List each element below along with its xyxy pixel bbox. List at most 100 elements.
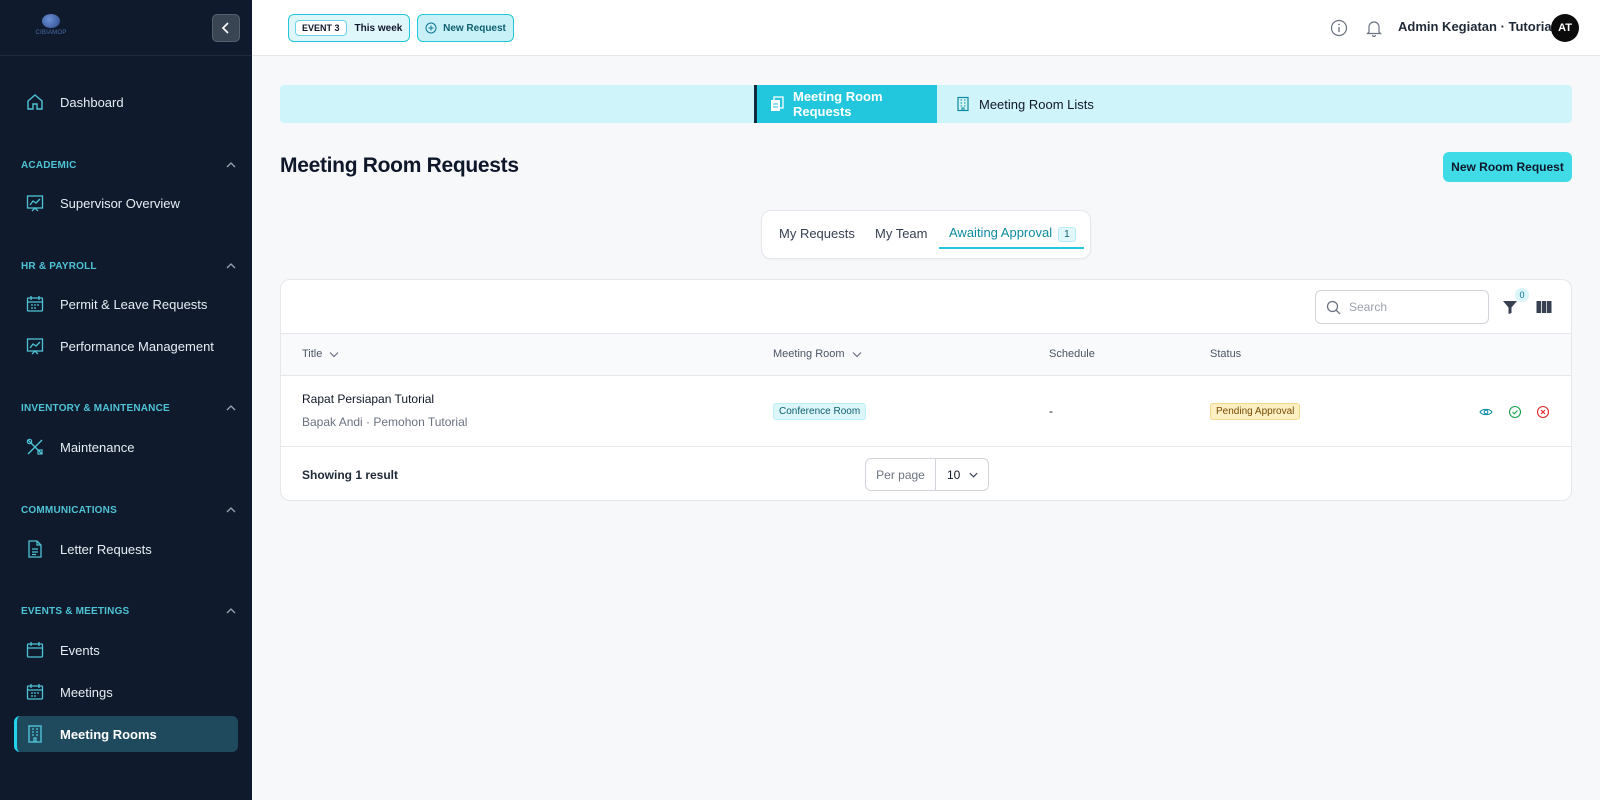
request-filter-tabs: My Requests My Team Awaiting Approval 1 — [761, 210, 1091, 259]
check-circle-icon — [1508, 405, 1522, 419]
home-icon — [25, 92, 45, 112]
page-title: Meeting Room Requests — [280, 154, 519, 177]
column-header-meeting-room[interactable]: Meeting Room — [773, 348, 863, 360]
section-academic[interactable]: ACADEMIC — [21, 159, 237, 171]
event-tag: EVENT 3 — [295, 20, 347, 36]
calendar-icon — [25, 640, 45, 660]
tab-my-team[interactable]: My Team — [875, 226, 928, 241]
event-period: This week — [354, 22, 403, 34]
table-footer: Showing 1 result Per page 10 — [281, 447, 1571, 500]
active-tab-indicator — [939, 247, 1084, 249]
request-subtitle: Bapak Andi · Pemohon Tutorial — [302, 415, 468, 429]
per-page-select[interactable]: Per page 10 — [865, 458, 989, 491]
section-events-meetings[interactable]: EVENTS & MEETINGS — [21, 605, 237, 617]
documents-icon — [769, 96, 785, 112]
tab-meeting-room-lists[interactable]: Meeting Room Lists — [955, 85, 1094, 123]
awaiting-count-badge: 1 — [1058, 227, 1076, 242]
tab-label: Awaiting Approval — [949, 225, 1053, 240]
chevron-up-icon — [226, 405, 236, 411]
tab-label: Meeting Room Requests — [793, 89, 883, 119]
info-icon[interactable] — [1329, 18, 1349, 38]
sidebar: CIBIAMOP Dashboard ACADEMIC Supervisor O… — [0, 0, 252, 800]
collapse-sidebar-button[interactable] — [212, 14, 240, 42]
document-icon — [25, 539, 45, 559]
chart-icon — [25, 336, 45, 356]
tab-meeting-room-requests[interactable]: Meeting Room Requests — [754, 85, 937, 123]
chevron-up-icon — [226, 162, 236, 168]
table-row[interactable]: Rapat Persiapan Tutorial Bapak Andi · Pe… — [281, 376, 1571, 447]
calendar-icon — [25, 294, 45, 314]
search-icon — [1326, 300, 1341, 314]
requests-table-card: 0 Title Meeting Room Schedule Status Rap… — [280, 279, 1572, 501]
sidebar-header: CIBIAMOP — [0, 0, 252, 56]
chevron-up-icon — [226, 507, 236, 513]
eye-icon — [1479, 408, 1493, 416]
sidebar-item-meeting-rooms[interactable]: Meeting Rooms — [14, 716, 238, 752]
section-inventory-maintenance[interactable]: INVENTORY & MAINTENANCE — [21, 402, 237, 414]
calendar-icon — [25, 682, 45, 702]
sidebar-item-maintenance[interactable]: Maintenance — [14, 429, 238, 465]
sidebar-item-performance-management[interactable]: Performance Management — [14, 328, 238, 364]
logo-text: CIBIAMOP — [35, 30, 67, 36]
filter-icon[interactable] — [1501, 298, 1519, 316]
column-label: Title — [302, 348, 323, 360]
chevron-down-icon — [329, 352, 339, 358]
sidebar-item-events[interactable]: Events — [14, 632, 238, 668]
section-title: COMMUNICATIONS — [21, 504, 117, 516]
chevron-up-icon — [226, 608, 236, 614]
logo-mark — [42, 14, 60, 28]
sidebar-item-label: Meetings — [60, 684, 113, 700]
search-field[interactable] — [1315, 290, 1489, 324]
sidebar-item-label: Performance Management — [60, 338, 214, 354]
column-header-title[interactable]: Title — [302, 348, 340, 360]
avatar[interactable]: AT — [1551, 14, 1579, 42]
x-circle-icon — [1536, 405, 1550, 419]
module-tabs: Meeting Room Requests Meeting Room Lists — [280, 85, 1572, 123]
sidebar-item-supervisor-overview[interactable]: Supervisor Overview — [14, 185, 238, 221]
view-action[interactable] — [1479, 405, 1493, 419]
section-title: INVENTORY & MAINTENANCE — [21, 402, 170, 414]
search-input[interactable] — [1349, 300, 1469, 314]
sidebar-item-label: Meeting Rooms — [60, 726, 157, 742]
user-name[interactable]: Admin Kegiatan · Tutorial — [1398, 19, 1555, 34]
sidebar-item-permit-leave[interactable]: Permit & Leave Requests — [14, 286, 238, 322]
request-title: Rapat Persiapan Tutorial — [302, 392, 435, 406]
tab-awaiting-approval[interactable]: Awaiting Approval 1 — [949, 225, 1076, 242]
topbar: EVENT 3 This week New Request Admin Kegi… — [252, 0, 1600, 56]
result-count: Showing 1 result — [302, 468, 399, 482]
chevron-up-icon — [226, 263, 236, 269]
column-label: Meeting Room — [773, 348, 845, 360]
approve-action[interactable] — [1508, 405, 1522, 419]
sidebar-item-letter-requests[interactable]: Letter Requests — [14, 531, 238, 567]
tools-icon — [25, 437, 45, 457]
chevron-left-icon — [221, 22, 229, 34]
sidebar-item-label: Letter Requests — [60, 541, 152, 557]
columns-icon[interactable] — [1535, 298, 1553, 316]
section-hr-payroll[interactable]: HR & PAYROLL — [21, 260, 237, 272]
reject-action[interactable] — [1536, 405, 1550, 419]
section-title: EVENTS & MEETINGS — [21, 605, 130, 617]
per-page-number: 10 — [947, 467, 961, 482]
sidebar-item-dashboard[interactable]: Dashboard — [14, 84, 238, 120]
new-room-request-button[interactable]: New Room Request — [1443, 152, 1572, 182]
table-header: Title Meeting Room Schedule Status — [281, 333, 1571, 376]
sidebar-item-label: Permit & Leave Requests — [60, 296, 208, 312]
plus-circle-icon — [425, 22, 437, 34]
app-logo[interactable]: CIBIAMOP — [34, 14, 68, 40]
per-page-label: Per page — [866, 459, 936, 490]
new-request-button[interactable]: New Request — [417, 14, 514, 42]
tab-label: Meeting Room Lists — [979, 96, 1094, 112]
sidebar-item-meetings[interactable]: Meetings — [14, 674, 238, 710]
per-page-value[interactable]: 10 — [936, 459, 988, 490]
sidebar-item-label: Supervisor Overview — [60, 195, 180, 211]
sidebar-item-label: Maintenance — [60, 439, 135, 455]
sidebar-item-label: Dashboard — [60, 94, 124, 110]
status-badge: Pending Approval — [1210, 403, 1301, 420]
event-filter-chip[interactable]: EVENT 3 This week — [288, 14, 410, 42]
section-communications[interactable]: COMMUNICATIONS — [21, 504, 237, 516]
room-badge: Conference Room — [773, 403, 867, 420]
tab-my-requests[interactable]: My Requests — [779, 226, 855, 241]
schedule-value: - — [1049, 404, 1053, 418]
bell-icon[interactable] — [1364, 18, 1384, 38]
column-header-schedule: Schedule — [1049, 348, 1095, 360]
